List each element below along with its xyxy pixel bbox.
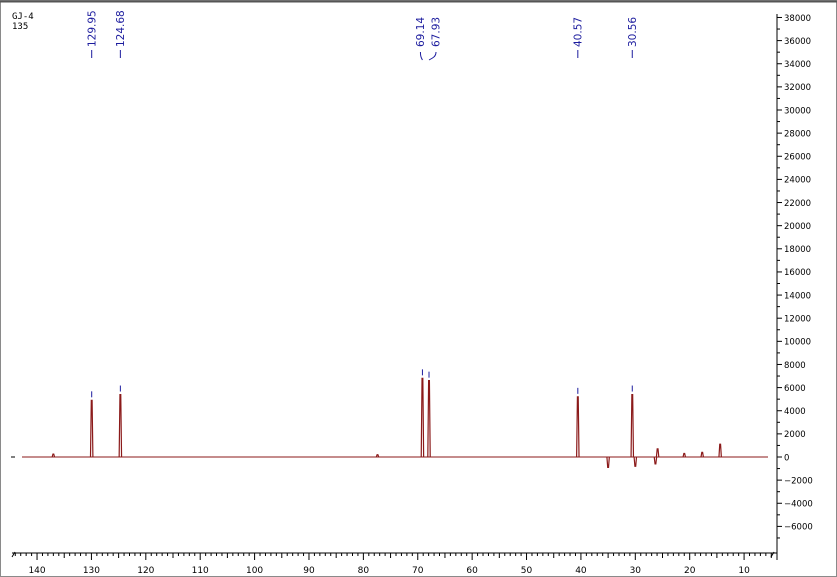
y-tick-label: 32000 — [784, 83, 811, 93]
y-tick-label: 16000 — [784, 268, 811, 278]
peak-label: 69.14 — [415, 17, 427, 47]
y-tick-label: −6000 — [784, 523, 813, 533]
peak-label: 67.93 — [431, 17, 443, 47]
peak-label: 129.95 — [86, 10, 98, 47]
y-tick-label: 6000 — [784, 384, 806, 394]
spectrum-peak-1 — [118, 393, 123, 458]
spectrum-peak-0 — [89, 399, 94, 458]
spectrum-layer — [11, 377, 768, 469]
spectrum-peak-3 — [427, 380, 431, 458]
y-tick-label: −4000 — [784, 500, 813, 510]
y-tick-label: 18000 — [784, 245, 811, 255]
y-tick-label: −2000 — [784, 476, 813, 486]
x-tick-label: 130 — [83, 566, 100, 576]
x-tick-label: 10 — [738, 566, 750, 576]
y-tick-label: 38000 — [784, 14, 811, 24]
y-tick-label: 34000 — [784, 60, 811, 70]
peak-label: 30.56 — [627, 17, 639, 47]
peak-label: 124.68 — [115, 10, 127, 47]
peak-labels: 129.95 124.68 69.14 67.93 40.57 30.56 — [86, 10, 639, 398]
peak-label-group: 67.93 — [428, 17, 443, 61]
spectrum-peak-12 — [682, 452, 687, 458]
x-tick-label: 110 — [192, 566, 209, 576]
spectrum-peak-8 — [606, 456, 610, 469]
y-tick-label: 14000 — [784, 291, 811, 301]
spectrum-peak-13 — [700, 451, 704, 458]
y-axis: 38000 36000 34000 32000 30000 28000 26000 24000… — [776, 14, 813, 560]
peak-label-group: 30.56 — [627, 17, 639, 58]
x-tick-label: 140 — [28, 566, 45, 576]
peak-label-group: 129.95 — [86, 10, 98, 58]
spectrum-peak-10 — [653, 456, 658, 465]
y-tick-label: 26000 — [784, 153, 811, 163]
nmr-spectrum-chart: 38000 36000 34000 32000 30000 28000 26000 24000… — [0, 0, 837, 577]
spectrum-peak-4 — [576, 396, 580, 458]
spectrum-peak-9 — [633, 456, 638, 467]
y-tick-label: 12000 — [784, 314, 811, 324]
x-axis: 140 130 120 110 100 90 80 70 60 50 40 30 20 10 — [11, 551, 777, 576]
y-tick-label: 36000 — [784, 37, 811, 47]
y-tick-label: 30000 — [784, 106, 811, 116]
x-tick-label: 20 — [684, 566, 696, 576]
x-tick-label: 40 — [575, 566, 587, 576]
x-tick-label: 100 — [246, 566, 263, 576]
x-tick-label: 50 — [521, 566, 533, 576]
y-tick-label: 22000 — [784, 199, 811, 209]
y-tick-label: 28000 — [784, 129, 811, 139]
outer-border — [0, 0, 837, 577]
spectrum-peak-11 — [655, 448, 660, 458]
spectrum-peak-14 — [718, 443, 722, 458]
y-tick-label: 8000 — [784, 361, 806, 371]
x-tick-label: 120 — [137, 566, 154, 576]
peak-label-group: 40.57 — [572, 17, 584, 58]
y-tick-label: 2000 — [784, 430, 806, 440]
y-tick-label: 0 — [784, 453, 789, 463]
peak-label-group: 69.14 — [415, 17, 427, 61]
spectrum-peak-2 — [420, 377, 425, 458]
y-tick-label: 10000 — [784, 338, 811, 348]
y-tick-label: 4000 — [784, 407, 806, 417]
x-tick-label: 60 — [466, 566, 478, 576]
peak-label: 40.57 — [572, 17, 584, 47]
x-tick-label: 30 — [630, 566, 642, 576]
y-tick-label: 20000 — [784, 222, 811, 232]
y-tick-label: 24000 — [784, 176, 811, 186]
x-tick-label: 80 — [358, 566, 370, 576]
peak-label-group: 124.68 — [115, 10, 127, 58]
peak-label-leader — [428, 51, 437, 61]
x-tick-label: 90 — [303, 566, 315, 576]
peak-label-leader — [419, 51, 423, 61]
x-tick-label: 70 — [412, 566, 424, 576]
spectrum-peak-5 — [630, 393, 635, 458]
